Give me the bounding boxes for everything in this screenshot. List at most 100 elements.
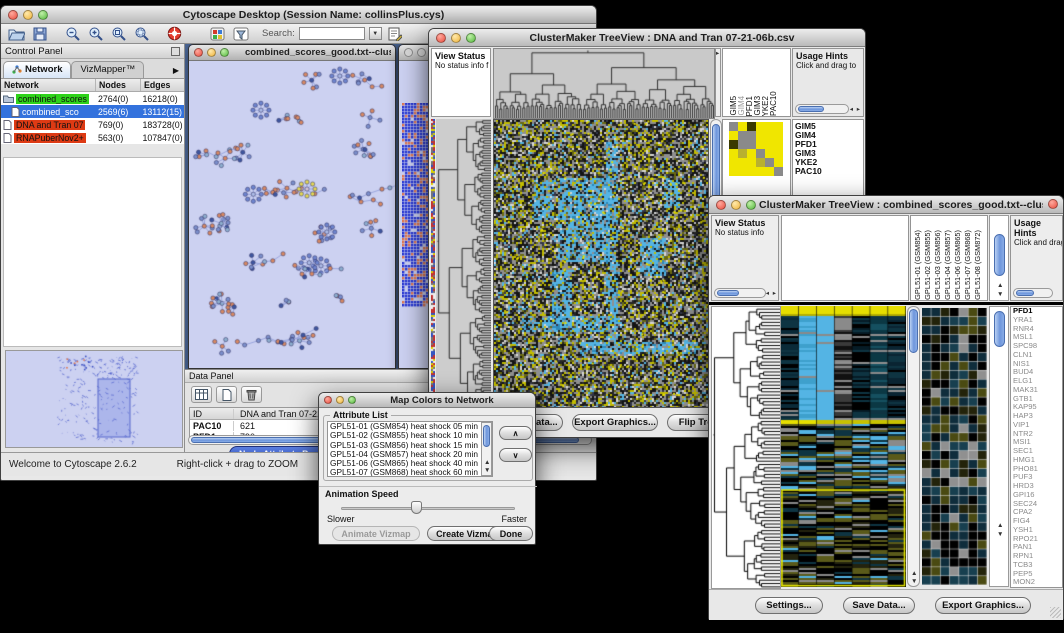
close-button[interactable] — [8, 10, 18, 20]
column-label[interactable]: GPL51-04 (GSM857) — [943, 216, 953, 300]
close-button[interactable] — [404, 48, 413, 57]
minimize-button[interactable] — [207, 48, 216, 57]
column-label[interactable]: GPL51-01 (GSM854) — [913, 216, 923, 300]
row-label[interactable]: PAC10 — [793, 167, 863, 176]
close-button[interactable] — [716, 200, 726, 210]
col-nodes[interactable]: Nodes — [96, 79, 141, 91]
minimize-button[interactable] — [336, 396, 344, 404]
tab-network[interactable]: Network — [3, 61, 71, 78]
network-row[interactable]: RNAPuberNov2+ 563(0) 107847(0) — [1, 131, 184, 144]
move-up-button[interactable]: ∧ — [499, 426, 532, 440]
network-table-header[interactable]: Network Nodes Edges — [1, 79, 184, 92]
zoom-button[interactable] — [466, 33, 476, 43]
file-icon[interactable] — [216, 386, 237, 403]
list-vscrollbar[interactable]: ▲ ▼ — [481, 422, 492, 476]
col-network[interactable]: Network — [1, 79, 96, 91]
correlation-matrix[interactable] — [729, 122, 783, 176]
network-list-area[interactable] — [3, 157, 182, 347]
birdseye-view[interactable] — [5, 350, 183, 448]
minimize-button[interactable] — [731, 200, 741, 210]
scrollbar-thumb[interactable] — [1016, 290, 1034, 296]
cytoscape-titlebar[interactable]: Cytoscape Desktop (Session Name: collins… — [1, 6, 596, 24]
zoom-selected-icon[interactable] — [132, 26, 151, 42]
labels-vscrollbar[interactable]: ▲ ▼ — [989, 215, 1009, 301]
network-row[interactable]: combined_scores 2764(0) 16218(0) — [1, 92, 184, 105]
save-data-button[interactable]: Save Data... — [843, 597, 915, 614]
open-folder-icon[interactable] — [7, 26, 26, 42]
column-label[interactable]: GPL51-08 (GSM872) — [973, 216, 983, 300]
col-id[interactable]: ID — [190, 409, 234, 419]
network-grid-canvas[interactable] — [402, 103, 430, 308]
treeview1-titlebar[interactable]: ClusterMaker TreeView : DNA and Tran 07-… — [429, 29, 865, 47]
zoom-button[interactable] — [220, 48, 229, 57]
heatmap-canvas[interactable] — [493, 119, 709, 408]
table-icon[interactable] — [191, 386, 212, 403]
treeview2-titlebar[interactable]: ClusterMaker TreeView : combined_scores_… — [709, 196, 1063, 214]
done-button[interactable]: Done — [489, 526, 533, 541]
scrollbar-thumb[interactable] — [994, 311, 1005, 347]
minimize-button[interactable] — [417, 48, 426, 57]
minimize-button[interactable] — [23, 10, 33, 20]
scrollbar-thumb[interactable] — [483, 425, 490, 447]
network-canvas[interactable] — [189, 61, 395, 368]
search-input[interactable] — [299, 27, 365, 40]
resize-grip[interactable] — [1050, 607, 1061, 618]
close-button[interactable] — [324, 396, 332, 404]
move-down-button[interactable]: ∨ — [499, 448, 532, 462]
settings-button[interactable]: Settings... — [755, 597, 823, 614]
float-panel-icon[interactable] — [171, 47, 180, 56]
scrollbar-thumb[interactable] — [798, 106, 824, 112]
column-label[interactable]: GIM5 — [729, 96, 737, 116]
close-button[interactable] — [436, 33, 446, 43]
column-label[interactable]: GPL51-02 (GSM855) — [923, 216, 933, 300]
row-dendrogram[interactable] — [436, 119, 491, 406]
zoom-button[interactable] — [38, 10, 48, 20]
column-tree-area[interactable] — [781, 215, 909, 301]
view-status-hscrollbar[interactable] — [714, 288, 766, 298]
column-label[interactable]: GIM4 — [737, 96, 745, 116]
scrollbar-thumb[interactable] — [717, 290, 739, 296]
column-label[interactable]: GPL51-06 (GSM865) — [953, 216, 963, 300]
usage-hints-hscrollbar[interactable] — [795, 104, 849, 114]
column-label[interactable]: GIM3 — [753, 96, 761, 116]
export-graphics-button[interactable]: Export Graphics... — [572, 414, 658, 431]
minimize-button[interactable] — [451, 33, 461, 43]
heatmap-canvas[interactable] — [781, 306, 906, 587]
network-row-selected[interactable]: combined_sco 2569(6) 13112(15) — [1, 105, 184, 118]
column-label[interactable]: YKE2 — [761, 96, 769, 116]
speed-slider-thumb[interactable] — [411, 501, 422, 514]
zoom-button[interactable] — [348, 396, 356, 404]
trash-icon[interactable] — [241, 386, 262, 403]
zoom-fit-icon[interactable] — [109, 26, 128, 42]
network-row[interactable]: DNA and Tran 07 769(0) 183728(0) — [1, 118, 184, 131]
column-label[interactable]: PFD1 — [745, 96, 753, 116]
col-edges[interactable]: Edges — [141, 79, 183, 91]
gene-label[interactable]: MON2 — [1011, 578, 1062, 587]
search-dropdown-icon[interactable]: ▼ — [369, 27, 382, 40]
column-dendrogram[interactable] — [493, 48, 715, 119]
heatmap-vscrollbar[interactable]: ▲ ▼ — [907, 306, 920, 587]
zoom-heatmap-canvas[interactable] — [922, 308, 987, 585]
scrollbar-thumb[interactable] — [909, 309, 918, 353]
column-label[interactable]: GPL51-07 (GSM868) — [963, 216, 973, 300]
export-graphics-button[interactable]: Export Graphics... — [935, 597, 1031, 614]
column-label[interactable]: PAC10 — [769, 91, 777, 116]
filter-icon[interactable] — [231, 26, 250, 42]
genes-vscrollbar[interactable]: ▲ ▼ — [989, 306, 1009, 587]
speed-slider-track[interactable] — [341, 507, 515, 510]
attribute-list-item[interactable]: GPL51-07 (GSM868) heat shock 60 min — [328, 468, 492, 477]
tab-vizmapper[interactable]: VizMapper™ — [71, 61, 144, 78]
tab-overflow-button[interactable]: ▶ — [173, 66, 182, 78]
dialog-titlebar[interactable]: Map Colors to Network — [319, 393, 535, 408]
row-dendrogram[interactable] — [711, 306, 781, 589]
usage-hints-hscrollbar[interactable] — [1013, 288, 1053, 298]
attribute-list[interactable]: GPL51-01 (GSM854) heat shock 05 minGPL51… — [327, 421, 493, 477]
column-label[interactable]: GPL51-03 (GSM856) — [933, 216, 943, 300]
animate-vizmap-button[interactable]: Animate Vizmap — [332, 526, 420, 541]
network-view-titlebar[interactable]: combined_scores_good.txt--cluste... — [189, 45, 395, 61]
close-button[interactable] — [194, 48, 203, 57]
scrollbar-thumb[interactable] — [994, 234, 1005, 276]
annotation-icon[interactable] — [386, 26, 405, 42]
help-lifering-icon[interactable] — [165, 26, 184, 42]
zoom-button[interactable] — [746, 200, 756, 210]
